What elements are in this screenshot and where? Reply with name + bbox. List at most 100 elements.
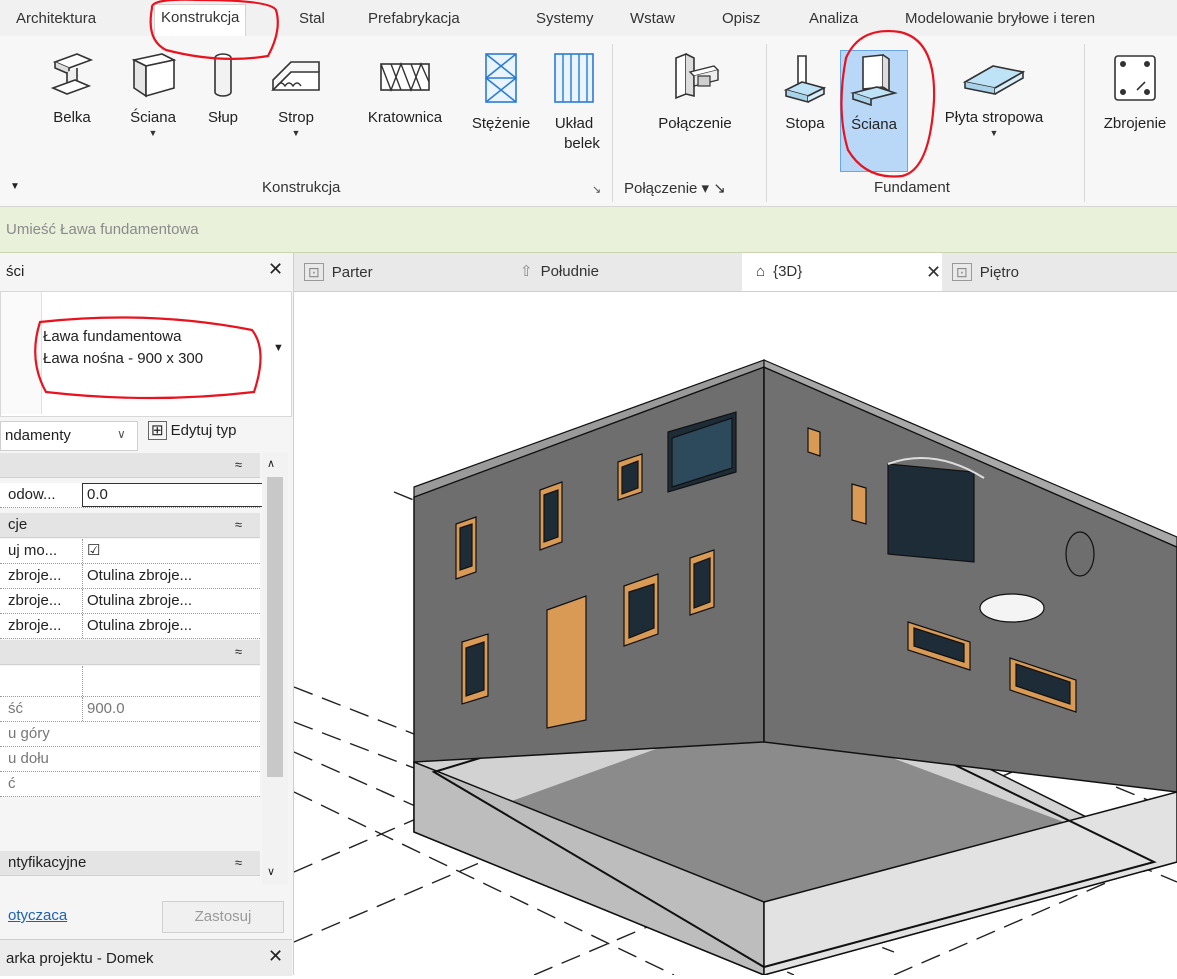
beam-tool[interactable]: Belka <box>44 50 100 128</box>
category-row[interactable]: cje ≈ <box>0 513 260 538</box>
section-marker-icon <box>979 593 1045 623</box>
property-value[interactable]: Otulina zbroje... <box>82 564 263 588</box>
property-row[interactable]: zbroje... Otulina zbroje... <box>0 564 260 589</box>
foundation-slab-label: Płyta stropowa <box>944 109 1044 126</box>
tab-opisz[interactable]: Opisz <box>722 6 760 32</box>
panel-launcher-icon[interactable]: ↘ <box>592 183 601 196</box>
tab-systemy[interactable]: Systemy <box>536 6 594 32</box>
tab-stal[interactable]: Stal <box>299 6 325 32</box>
column-icon <box>214 53 232 97</box>
properties-title: ści <box>6 263 25 280</box>
property-key: ć <box>8 775 16 792</box>
tab-wstaw[interactable]: Wstaw <box>630 6 675 32</box>
category-row[interactable]: ≈ <box>0 640 260 665</box>
tab-poludnie[interactable]: ⇧ Południe <box>520 253 720 291</box>
property-value-input[interactable]: 0.0 <box>82 483 264 507</box>
property-checkbox[interactable]: ☑ <box>82 539 263 563</box>
panel-expand-caret[interactable]: ▼ <box>10 181 20 192</box>
isolated-foundation-icon <box>783 55 827 104</box>
edit-type-icon: ⊞ <box>148 421 167 440</box>
3d-view-canvas[interactable] <box>293 292 1177 977</box>
property-row[interactable]: ć <box>0 772 260 797</box>
wall-foundation-icon <box>850 54 898 107</box>
ribbon-separator <box>1084 44 1085 202</box>
scroll-thumb[interactable] <box>267 477 283 777</box>
rebar-tool[interactable]: Zbrojenie <box>1094 50 1176 134</box>
properties-help-link[interactable]: otyczaca <box>8 907 67 924</box>
category-filter-dropdown[interactable]: ndamenty ∨ <box>0 421 138 451</box>
beam-system-label-2: belek <box>564 135 600 152</box>
collapse-icon[interactable]: ≈ <box>235 453 242 477</box>
property-value[interactable]: Otulina zbroje... <box>82 589 263 613</box>
brace-tool[interactable]: Stężenie <box>460 50 542 134</box>
connection-tool[interactable]: Połączenie <box>640 50 750 134</box>
close-icon[interactable]: ✕ <box>268 946 283 967</box>
foundation-slab-icon <box>962 65 1026 95</box>
tab-architektura[interactable]: Architektura <box>16 6 96 32</box>
edit-type-button[interactable]: ⊞ Edytuj typ <box>148 421 236 440</box>
property-key: odow... <box>8 486 56 503</box>
3d-model-drawing <box>293 359 1177 977</box>
tab-label: Południe <box>540 263 599 280</box>
property-key: zbroje... <box>8 567 62 584</box>
truss-tool[interactable]: Kratownica <box>355 50 455 128</box>
foundation-slab-tool[interactable]: Płyta stropowa ▼ <box>924 56 1064 138</box>
category-filter-value: ndamenty <box>5 427 71 444</box>
property-key: uj mo... <box>8 542 58 559</box>
tab-konstrukcja[interactable]: Konstrukcja <box>154 4 247 36</box>
collapse-icon[interactable]: ≈ <box>235 851 242 875</box>
properties-scrollbar[interactable]: ∧ ∨ <box>262 453 288 885</box>
scroll-up-arrow[interactable]: ∧ <box>267 457 275 470</box>
tab-pietro[interactable]: ⊡ Piętro <box>952 253 1152 291</box>
brace-icon <box>484 53 518 103</box>
chevron-down-icon[interactable]: ▼ <box>273 342 284 354</box>
round-window <box>1065 531 1095 577</box>
property-value[interactable]: Otulina zbroje... <box>82 614 263 638</box>
collapse-icon[interactable]: ≈ <box>235 513 242 537</box>
collapse-icon[interactable]: ≈ <box>235 640 242 664</box>
tab-prefabrykacja[interactable]: Prefabrykacja <box>368 6 460 32</box>
column-tool[interactable]: Słup <box>198 50 248 128</box>
connection-label: Połączenie <box>658 115 732 132</box>
property-value[interactable] <box>82 666 263 696</box>
tab-3d[interactable]: ⌂ {3D} ✕ <box>742 253 942 291</box>
property-row[interactable]: ść 900.0 <box>0 697 260 722</box>
scroll-down-arrow[interactable]: ∨ <box>267 865 275 878</box>
wall-dropdown-caret[interactable]: ▼ <box>120 128 186 138</box>
panel-label-connection[interactable]: Połączenie ▾ ↘ <box>624 179 726 197</box>
tab-modelowanie[interactable]: Modelowanie bryłowe i teren <box>905 6 1095 32</box>
view-tab-bar: ⊡ Parter ⇧ Południe ⌂ {3D} ✕ ⊡ Piętro <box>294 253 1177 292</box>
floor-tool[interactable]: Strop ▼ <box>266 50 326 138</box>
floor-dropdown-caret[interactable]: ▼ <box>266 128 326 138</box>
slab-dropdown-caret[interactable]: ▼ <box>924 128 1064 138</box>
type-family-name: Ława fundamentowa <box>43 328 182 345</box>
isolated-foundation-tool[interactable]: Stopa <box>780 50 830 134</box>
property-row[interactable]: zbroje... Otulina zbroje... <box>0 614 260 639</box>
property-row[interactable]: uj mo... ☑ <box>0 539 260 564</box>
property-row[interactable]: u dołu <box>0 747 260 772</box>
property-row[interactable]: odow... 0.0 <box>0 483 264 508</box>
beam-system-tool[interactable]: Układ belek <box>546 50 602 154</box>
apply-button[interactable]: Zastosuj <box>162 901 284 933</box>
brace-label: Stężenie <box>471 115 531 132</box>
wall-foundation-tool[interactable]: Ściana <box>840 50 908 172</box>
options-bar: Umieść Ława fundamentowa <box>0 207 1177 253</box>
property-row[interactable] <box>0 666 260 697</box>
wall-tool[interactable]: Ściana ▼ <box>120 50 186 138</box>
truss-label: Kratownica <box>367 109 443 126</box>
properties-panel: ści ✕ Ława fundamentowa Ława nośna - 900… <box>0 253 294 976</box>
type-selector[interactable]: Ława fundamentowa Ława nośna - 900 x 300… <box>0 291 292 417</box>
close-icon[interactable]: ✕ <box>926 253 941 291</box>
property-key: zbroje... <box>8 592 62 609</box>
tab-parter[interactable]: ⊡ Parter <box>304 253 504 291</box>
property-value[interactable]: 900.0 <box>82 697 263 721</box>
property-key: u dołu <box>8 750 49 767</box>
category-row[interactable]: ≈ <box>0 453 260 478</box>
property-row[interactable]: zbroje... Otulina zbroje... <box>0 589 260 614</box>
tab-analiza[interactable]: Analiza <box>809 6 858 32</box>
category-label: cje <box>8 516 28 533</box>
category-row[interactable]: ntyfikacyjne ≈ <box>0 851 260 876</box>
close-icon[interactable]: ✕ <box>268 259 283 280</box>
beam-system-label-1: Układ <box>554 115 594 132</box>
property-row[interactable]: u góry <box>0 722 260 747</box>
